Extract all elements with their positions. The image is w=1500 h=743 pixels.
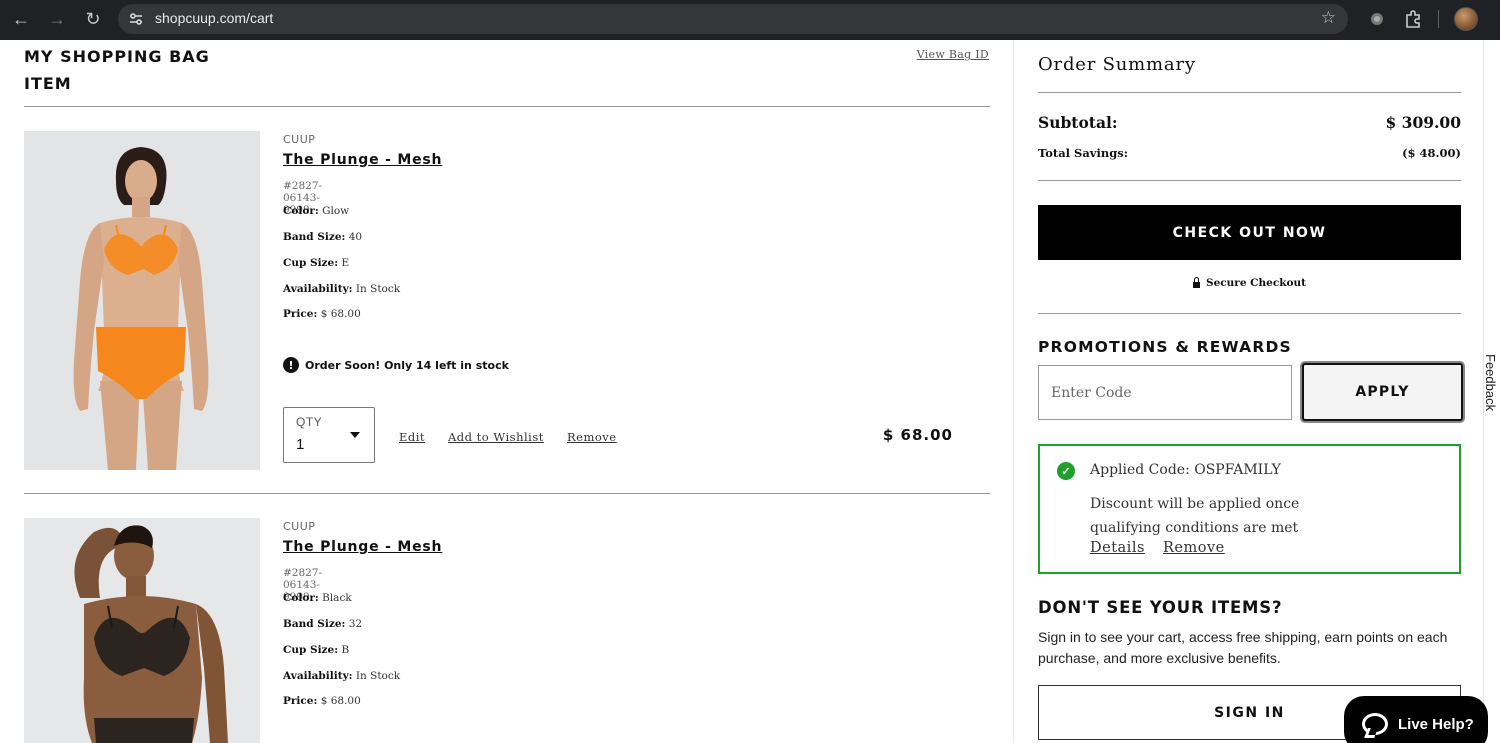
product-availability: Availability: In Stock <box>283 670 401 682</box>
product-image[interactable] <box>24 518 260 743</box>
dont-see-items-title: DON'T SEE YOUR ITEMS? <box>1038 598 1283 617</box>
browser-toolbar: ← → ↻ shopcuup.com/cart ☆ <box>0 0 1500 40</box>
product-availability: Availability: In Stock <box>283 283 401 295</box>
quantity-value: 1 <box>296 436 305 453</box>
check-circle-icon: ✓ <box>1057 462 1075 480</box>
lock-icon <box>1193 276 1200 288</box>
product-color: Color: Black <box>283 592 352 604</box>
product-cup-size: Cup Size: E <box>283 257 350 269</box>
alert-icon: ! <box>283 357 299 373</box>
extensions-puzzle-icon[interactable] <box>1403 9 1423 29</box>
divider <box>1038 313 1461 314</box>
page-title-line2: ITEM <box>24 74 72 93</box>
savings-row: Total Savings: ($ 48.00) <box>1038 146 1461 160</box>
product-brand: CUUP <box>283 133 316 146</box>
chevron-down-icon <box>350 432 360 438</box>
reload-icon[interactable]: ↻ <box>78 0 108 38</box>
site-settings-icon[interactable] <box>128 11 144 27</box>
live-help-label: Live Help? <box>1398 715 1474 733</box>
view-bag-id-link[interactable]: View Bag ID <box>917 48 989 61</box>
secure-checkout-note: Secure Checkout <box>1038 276 1461 289</box>
apply-code-button[interactable]: APPLY <box>1302 363 1463 421</box>
chat-bubble-icon <box>1362 713 1388 735</box>
back-icon[interactable]: ← <box>6 0 36 38</box>
divider <box>24 106 990 107</box>
promotions-title: PROMOTIONS & REWARDS <box>1038 338 1292 356</box>
low-stock-warning: ! Order Soon! Only 14 left in stock <box>283 357 509 373</box>
product-band-size: Band Size: 32 <box>283 618 363 630</box>
subtotal-label: Subtotal: <box>1038 113 1118 132</box>
product-price: Price: $ 68.00 <box>283 695 361 707</box>
profile-avatar[interactable] <box>1454 7 1478 31</box>
cart-item: CUUP The Plunge - Mesh #2827-06143-9999 … <box>24 131 990 471</box>
low-stock-text: Order Soon! Only 14 left in stock <box>305 358 509 372</box>
promo-code-input[interactable] <box>1038 365 1292 420</box>
page-title: MY SHOPPING BAG ITEM <box>24 43 264 97</box>
product-name-link[interactable]: The Plunge - Mesh <box>283 152 442 168</box>
product-band-size: Band Size: 40 <box>283 231 363 243</box>
checkout-button[interactable]: CHECK OUT NOW <box>1038 205 1461 260</box>
applied-code-text: Applied Code: OSPFAMILY <box>1090 462 1281 478</box>
divider <box>1038 92 1461 93</box>
feedback-tab[interactable]: Feedback <box>1483 322 1500 442</box>
divider <box>1038 180 1461 181</box>
edit-link[interactable]: Edit <box>399 430 425 444</box>
product-name-link[interactable]: The Plunge - Mesh <box>283 539 442 555</box>
applied-code-note: Discount will be applied once qualifying… <box>1090 496 1300 536</box>
order-summary-panel: Order Summary Subtotal: $ 309.00 Total S… <box>1013 40 1484 743</box>
add-to-wishlist-link[interactable]: Add to Wishlist <box>448 430 544 444</box>
url-text[interactable]: shopcuup.com/cart <box>155 10 273 26</box>
product-color: Color: Glow <box>283 205 350 217</box>
toolbar-divider <box>1438 10 1439 28</box>
subtotal-row: Subtotal: $ 309.00 <box>1038 113 1461 132</box>
remove-item-link[interactable]: Remove <box>567 430 617 444</box>
line-total: $ 68.00 <box>882 426 953 444</box>
quantity-label: QTY <box>296 415 323 429</box>
live-help-button[interactable]: Live Help? <box>1344 696 1488 743</box>
quantity-select[interactable]: QTY 1 <box>283 407 375 463</box>
product-price: Price: $ 68.00 <box>283 308 361 320</box>
savings-value: ($ 48.00) <box>1402 146 1461 160</box>
product-cup-size: Cup Size: B <box>283 644 350 656</box>
promo-remove-link[interactable]: Remove <box>1163 540 1225 556</box>
cart-item: CUUP The Plunge - Mesh #2827-06143-9999 … <box>24 518 990 743</box>
forward-icon[interactable]: → <box>42 0 72 38</box>
page-title-line1: MY SHOPPING BAG <box>24 47 210 66</box>
divider <box>24 493 990 494</box>
subtotal-value: $ 309.00 <box>1385 113 1461 132</box>
order-summary-title: Order Summary <box>1038 54 1196 75</box>
address-bar[interactable]: shopcuup.com/cart ☆ <box>118 4 1348 34</box>
promo-details-link[interactable]: Details <box>1090 540 1145 556</box>
product-brand: CUUP <box>283 520 316 533</box>
secure-checkout-text: Secure Checkout <box>1206 277 1306 289</box>
savings-label: Total Savings: <box>1038 146 1128 160</box>
extension-icon[interactable] <box>1367 9 1387 29</box>
applied-code-box: ✓ Applied Code: OSPFAMILY Discount will … <box>1038 444 1461 574</box>
dont-see-items-text: Sign in to see your cart, access free sh… <box>1038 629 1448 666</box>
product-image[interactable] <box>24 131 260 470</box>
feedback-label: Feedback <box>1483 354 1498 412</box>
bookmark-star-icon[interactable]: ☆ <box>1321 8 1336 28</box>
